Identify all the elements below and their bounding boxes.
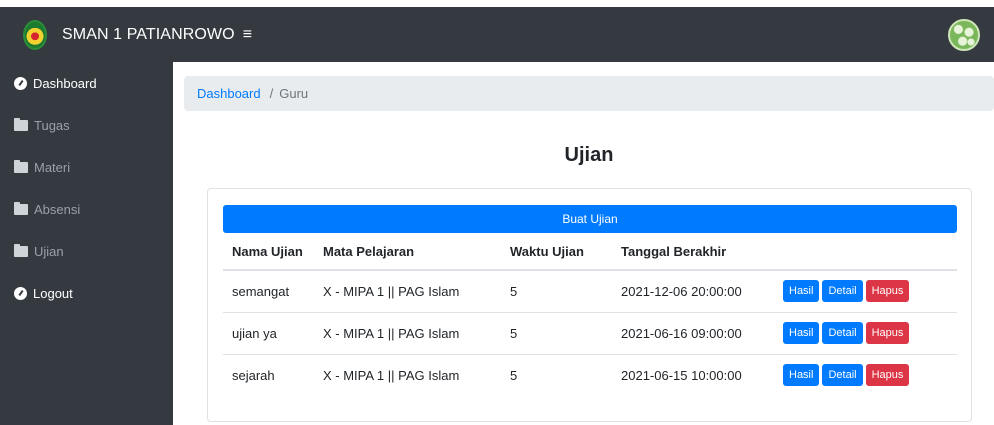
- folder-icon: [14, 243, 28, 257]
- breadcrumb-separator: /: [269, 86, 274, 101]
- menu-toggle-icon[interactable]: ≡: [243, 26, 252, 44]
- column-header-actions: [774, 233, 957, 271]
- detail-button[interactable]: Detail: [822, 364, 863, 387]
- breadcrumb: Dashboard / Guru: [184, 76, 994, 111]
- sidebar-item-label: Absensi: [34, 201, 81, 217]
- cell-nama: sejarah: [232, 367, 275, 383]
- sidebar-item-logout[interactable]: Logout: [0, 272, 173, 314]
- exam-table: Nama Ujian Mata Pelajaran Waktu Ujian Ta…: [223, 233, 957, 396]
- sidebar-item-tugas[interactable]: Tugas: [0, 104, 173, 146]
- column-header-mapel: Mata Pelajaran: [314, 233, 501, 271]
- sidebar-item-dashboard[interactable]: Dashboard: [0, 62, 173, 104]
- folder-icon: [14, 201, 28, 215]
- column-header-waktu: Waktu Ujian: [501, 233, 612, 271]
- cell-mapel: X - MIPA 1 || PAG Islam: [314, 312, 501, 355]
- table-row: ujian ya X - MIPA 1 || PAG Islam 5 2021-…: [223, 312, 957, 355]
- dashboard-icon: [14, 76, 27, 90]
- hapus-button[interactable]: Hapus: [865, 364, 910, 387]
- sidebar-item-label: Ujian: [34, 243, 64, 259]
- folder-icon: [14, 159, 28, 173]
- folder-icon: [14, 117, 28, 131]
- dashboard-icon: [14, 286, 27, 300]
- cell-waktu: 5: [510, 367, 518, 383]
- user-avatar[interactable]: [948, 19, 980, 51]
- cell-actions: Hasil Detail Hapus: [774, 312, 957, 355]
- hasil-button[interactable]: Hasil: [783, 364, 820, 387]
- sidebar-item-label: Tugas: [34, 117, 70, 133]
- table-header-row: Nama Ujian Mata Pelajaran Waktu Ujian Ta…: [223, 233, 957, 271]
- cell-actions: Hasil Detail Hapus: [774, 270, 957, 313]
- sidebar-item-ujian[interactable]: Ujian: [0, 230, 173, 272]
- cell-tanggal: 2021-06-16 09:00:00: [612, 312, 774, 355]
- create-exam-button[interactable]: Buat Ujian: [223, 205, 957, 233]
- hasil-button[interactable]: Hasil: [783, 322, 820, 344]
- top-navbar: SMAN 1 PATIANROWO ≡: [0, 7, 994, 62]
- detail-button[interactable]: Detail: [822, 322, 863, 344]
- cell-tanggal: 2021-12-06 20:00:00: [612, 270, 774, 313]
- brand[interactable]: SMAN 1 PATIANROWO ≡: [0, 19, 252, 50]
- cell-waktu: 5: [501, 270, 612, 313]
- detail-button[interactable]: Detail: [822, 280, 863, 303]
- table-row: sejarah X - MIPA 1 || PAG Islam 5 2021-0…: [223, 354, 957, 396]
- sidebar-item-label: Materi: [34, 159, 71, 175]
- cell-mapel: X - MIPA 1 || PAG Islam: [323, 367, 460, 383]
- brand-name: SMAN 1 PATIANROWO: [62, 25, 235, 43]
- table-row: semangat X - MIPA 1 || PAG Islam 5 2021-…: [223, 270, 957, 313]
- page-title: Ujian: [564, 144, 614, 166]
- sidebar-item-absensi[interactable]: Absensi: [0, 188, 173, 230]
- exam-card: Buat Ujian Nama Ujian Mata Pelajaran Wak…: [207, 188, 972, 422]
- sidebar-item-materi[interactable]: Materi: [0, 146, 173, 188]
- hapus-button[interactable]: Hapus: [865, 322, 910, 344]
- column-header-nama: Nama Ujian: [223, 233, 314, 271]
- hasil-button[interactable]: Hasil: [783, 280, 820, 303]
- cell-waktu: 5: [501, 312, 612, 355]
- sidebar: Dashboard Tugas Materi Absensi Ujian Log…: [0, 62, 173, 425]
- cell-mapel: X - MIPA 1 || PAG Islam: [314, 270, 501, 313]
- cell-nama: semangat: [223, 270, 314, 313]
- cell-tanggal: 2021-06-15 10:00:00: [621, 367, 742, 383]
- breadcrumb-current: Guru: [279, 86, 309, 101]
- hapus-button[interactable]: Hapus: [865, 280, 910, 303]
- sidebar-item-label: Dashboard: [33, 75, 97, 91]
- cell-nama: ujian ya: [223, 312, 314, 355]
- sidebar-item-label: Logout: [33, 285, 73, 301]
- school-logo-icon: [23, 19, 47, 50]
- cell-actions: Hasil Detail Hapus: [774, 354, 957, 396]
- breadcrumb-link-dashboard[interactable]: Dashboard: [197, 86, 261, 101]
- column-header-tanggal: Tanggal Berakhir: [612, 233, 774, 271]
